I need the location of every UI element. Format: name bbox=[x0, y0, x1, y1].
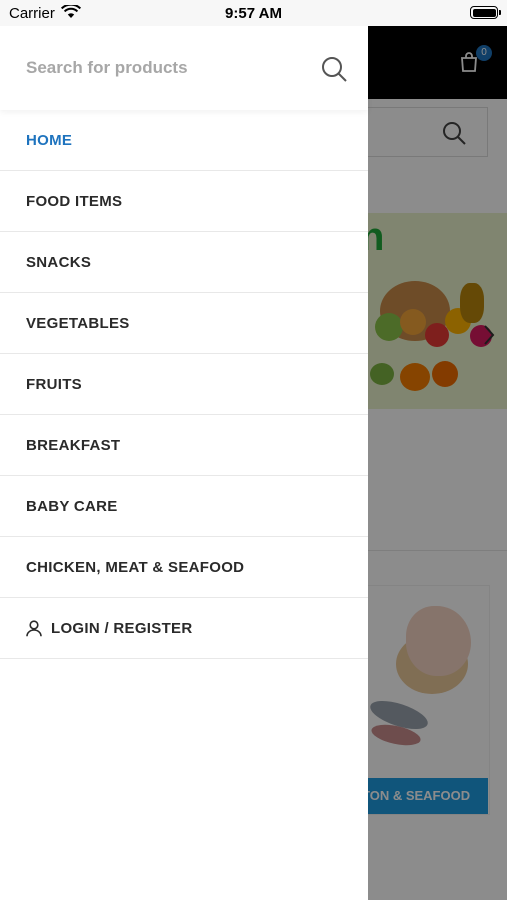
menu-item-label: BABY CARE bbox=[26, 497, 118, 515]
clock: 9:57 AM bbox=[225, 5, 282, 22]
menu-item-baby-care[interactable]: BABY CARE bbox=[0, 476, 368, 537]
menu-item-label: CHICKEN, MEAT & SEAFOOD bbox=[26, 558, 245, 576]
user-icon bbox=[26, 619, 42, 637]
menu-item-login-register[interactable]: LOGIN / REGISTER bbox=[0, 598, 368, 659]
menu-item-label: BREAKFAST bbox=[26, 436, 121, 454]
menu-item-fruits[interactable]: FRUITS bbox=[0, 354, 368, 415]
menu-item-label: VEGETABLES bbox=[26, 314, 130, 332]
menu-item-breakfast[interactable]: BREAKFAST bbox=[0, 415, 368, 476]
drawer-search-bar bbox=[0, 26, 368, 110]
menu-item-label: LOGIN / REGISTER bbox=[51, 619, 193, 637]
battery-icon bbox=[470, 6, 501, 19]
menu-item-label: HOME bbox=[26, 131, 73, 149]
navigation-drawer: HOME FOOD ITEMS SNACKS VEGETABLES FRUITS… bbox=[0, 26, 368, 900]
menu-item-food-items[interactable]: FOOD ITEMS bbox=[0, 171, 368, 232]
search-input[interactable] bbox=[0, 26, 368, 110]
status-bar: Carrier 9:57 AM bbox=[0, 0, 507, 26]
menu-item-label: SNACKS bbox=[26, 253, 92, 271]
search-icon[interactable] bbox=[320, 55, 348, 83]
menu-item-snacks[interactable]: SNACKS bbox=[0, 232, 368, 293]
menu-item-chicken-meat-seafood[interactable]: CHICKEN, MEAT & SEAFOOD bbox=[0, 537, 368, 598]
menu-item-home[interactable]: HOME bbox=[0, 110, 368, 171]
menu-item-label: FOOD ITEMS bbox=[26, 192, 123, 210]
menu-item-label: FRUITS bbox=[26, 375, 82, 393]
menu-item-vegetables[interactable]: VEGETABLES bbox=[0, 293, 368, 354]
